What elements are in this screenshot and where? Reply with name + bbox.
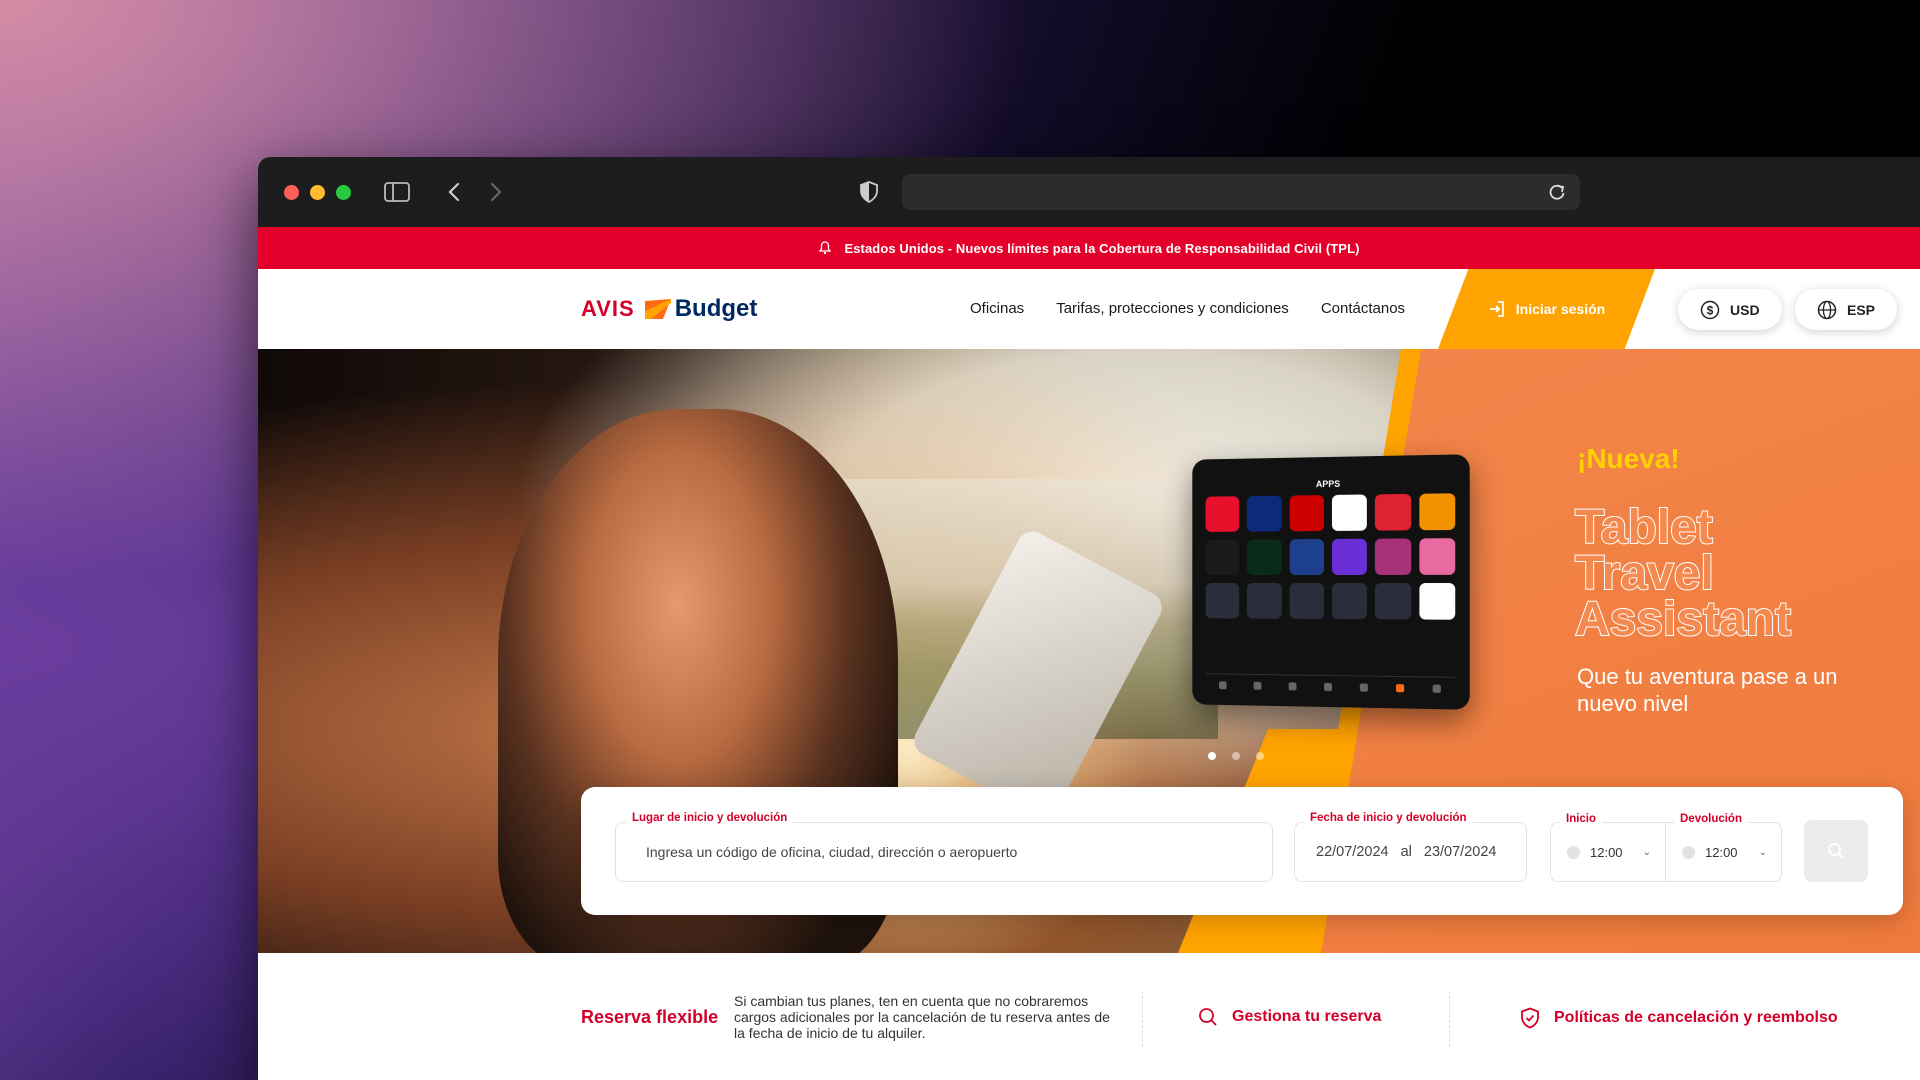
divider [1142, 991, 1143, 1047]
start-time-select[interactable]: 12:00 ⌄ [1550, 822, 1666, 882]
shield-check-icon [1521, 1007, 1539, 1029]
app-icon [1331, 583, 1368, 620]
alert-text: Estados Unidos - Nuevos límites para la … [844, 240, 1360, 256]
booking-search-form: Ingresa un código de oficina, ciudad, di… [581, 787, 1903, 915]
back-icon[interactable] [444, 179, 464, 205]
avis-budget-logo[interactable]: AVIS Budget [581, 295, 757, 323]
language-selector[interactable]: ESP [1795, 289, 1898, 330]
promo-title-line: Assistant [1574, 593, 1792, 646]
budget-wordmark-text: Budget [674, 295, 758, 322]
manage-booking-label: Gestiona tu reserva [1232, 1008, 1382, 1025]
start-date: 22/07/2024 [1316, 844, 1389, 860]
nav-contact[interactable]: Contáctanos [1321, 300, 1405, 317]
app-icon [1205, 582, 1240, 619]
carousel-dot[interactable] [1256, 752, 1264, 760]
budget-wordmark: Budget [644, 295, 758, 323]
nav-rates[interactable]: Tarifas, protecciones y condiciones [1056, 300, 1289, 317]
search-icon [1199, 1008, 1217, 1026]
app-icon [1247, 495, 1282, 532]
app-icon [1331, 538, 1368, 575]
promo-title: Tablet Travel Assistant [1574, 501, 1905, 646]
date-range-label: Fecha de inicio y devolución [1304, 812, 1473, 824]
promo-tablet-image: APPS [1192, 454, 1470, 710]
start-time-label: Inicio [1560, 813, 1603, 825]
app-icon [1247, 582, 1282, 619]
date-separator: al [1400, 844, 1412, 860]
clock-icon [1682, 845, 1695, 859]
close-window-button[interactable] [284, 185, 299, 200]
start-time-value: 12:00 [1590, 844, 1623, 860]
return-time-label: Devolución [1674, 813, 1748, 825]
tablet-apps-header: APPS [1315, 478, 1341, 490]
globe-icon [1817, 300, 1837, 319]
app-icon [1375, 583, 1411, 620]
address-bar[interactable] [902, 174, 1580, 210]
login-button[interactable]: Iniciar sesión [1438, 269, 1655, 349]
promo-title-line: Travel [1574, 547, 1715, 600]
promo-title-line: Tablet [1574, 501, 1714, 554]
search-button[interactable] [1804, 820, 1868, 882]
browser-toolbar [258, 157, 1920, 227]
cancellation-policy-label: Políticas de cancelación y reembolso [1554, 1009, 1838, 1026]
main-nav: Oficinas Tarifas, protecciones y condici… [970, 300, 1405, 317]
dollar-icon: $ [1700, 300, 1720, 319]
app-icon [1375, 493, 1411, 531]
info-strip: Reserva flexible Si cambian tus planes, … [258, 953, 1920, 1080]
flexible-booking-title: Reserva flexible [581, 1007, 719, 1027]
login-label: Iniciar sesión [1515, 301, 1606, 317]
sidebar-toggle-icon[interactable] [384, 179, 410, 205]
site-header: AVIS Budget Oficinas Tarifas, proteccion… [258, 269, 1920, 349]
app-icon [1289, 495, 1325, 532]
minimize-window-button[interactable] [310, 185, 325, 200]
app-icon [1289, 539, 1325, 576]
svg-text:$: $ [1707, 303, 1714, 317]
zoom-window-button[interactable] [336, 185, 351, 200]
return-time-value: 12:00 [1705, 844, 1738, 860]
pickup-location-label: Lugar de inicio y devolución [626, 812, 794, 824]
app-icon [1419, 538, 1456, 575]
carousel-dot[interactable] [1232, 752, 1240, 760]
avis-wordmark: AVIS [581, 296, 635, 321]
cancellation-policy-link[interactable]: Políticas de cancelación y reembolso [1520, 1007, 1838, 1029]
clock-icon [1567, 845, 1580, 859]
search-icon [1828, 843, 1844, 859]
tablet-app-grid [1205, 493, 1456, 620]
carousel-indicators [1208, 752, 1264, 760]
tablet-dock [1205, 673, 1456, 700]
app-icon [1247, 539, 1282, 576]
currency-label: USD [1730, 301, 1760, 318]
pickup-location-placeholder: Ingresa un código de oficina, ciudad, di… [646, 844, 1018, 860]
chevron-down-icon: ⌄ [1642, 846, 1651, 858]
date-range-input[interactable]: 22/07/2024 al 23/07/2024 [1294, 822, 1527, 882]
return-time-select[interactable]: 12:00 ⌄ [1666, 822, 1782, 882]
nav-offices[interactable]: Oficinas [970, 300, 1024, 317]
alert-banner[interactable]: Estados Unidos - Nuevos límites para la … [258, 227, 1920, 269]
privacy-shield-icon[interactable] [858, 179, 880, 205]
bell-icon [819, 241, 832, 255]
currency-selector[interactable]: $ USD [1678, 289, 1782, 330]
app-icon [1419, 583, 1456, 620]
language-label: ESP [1847, 301, 1876, 318]
hero-banner[interactable]: APPS ¡Nueva! Tablet Travel Assistant Que… [258, 349, 1920, 953]
app-icon [1205, 539, 1240, 576]
chevron-down-icon: ⌄ [1758, 846, 1767, 858]
promo-kicker: ¡Nueva! [1577, 443, 1680, 474]
login-icon [1489, 301, 1504, 317]
manage-booking-link[interactable]: Gestiona tu reserva [1198, 1007, 1381, 1027]
app-icon [1205, 496, 1240, 532]
end-date: 23/07/2024 [1423, 844, 1497, 860]
promo-subtitle: Que tu aventura pase a un nuevo nivel [1577, 664, 1838, 716]
app-icon [1375, 538, 1411, 575]
app-icon [1289, 582, 1325, 619]
budget-flag-icon [644, 299, 671, 319]
forward-icon[interactable] [486, 179, 506, 205]
flexible-booking-text: Si cambian tus planes, ten en cuenta que… [734, 993, 1110, 1041]
pickup-location-input[interactable]: Ingresa un código de oficina, ciudad, di… [615, 822, 1273, 882]
carousel-dot[interactable] [1208, 752, 1216, 760]
divider [1449, 991, 1450, 1047]
reload-icon[interactable] [1548, 183, 1566, 201]
app-icon [1419, 493, 1456, 531]
browser-window: Estados Unidos - Nuevos límites para la … [258, 157, 1920, 1080]
app-icon [1331, 494, 1368, 531]
